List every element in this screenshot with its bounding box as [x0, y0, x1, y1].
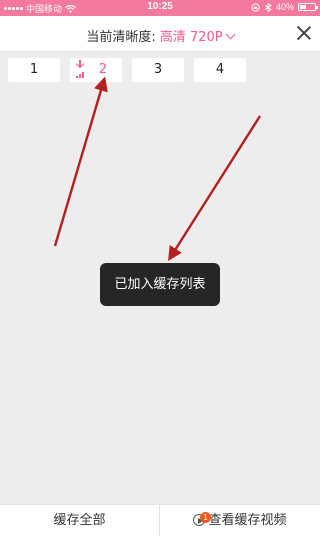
battery-icon — [298, 3, 318, 11]
view-cache-label: 查看缓存视频 — [208, 513, 287, 528]
chevron-down-icon — [225, 29, 236, 40]
alarm-icon — [264, 2, 272, 12]
episode-list: 1 2 3 4 — [8, 58, 246, 82]
annotation-arrow-episode — [53, 76, 108, 247]
episode-button-2[interactable]: 2 — [70, 58, 122, 82]
view-cache-button[interactable]: 查看缓存视频 — [160, 505, 320, 536]
toast-message: 已加入缓存列表 — [100, 263, 220, 306]
quality-label: 当前清晰度: — [86, 30, 156, 45]
close-icon[interactable] — [296, 25, 312, 41]
quality-value: 高清 720P — [159, 30, 223, 45]
header: 当前清晰度: 高清 720P — [0, 16, 320, 52]
bottom-bar: 缓存全部 查看缓存视频 1 — [0, 504, 320, 536]
episode-number: 1 — [29, 62, 39, 77]
status-bar: 中国移动 10:25 40% — [0, 0, 320, 16]
annotation-arrow-toast — [168, 115, 262, 262]
status-right: 40% — [251, 2, 318, 12]
cache-count-badge: 1 — [200, 512, 211, 523]
episode-button-4[interactable]: 4 — [194, 58, 246, 82]
episode-button-1[interactable]: 1 — [8, 58, 60, 82]
episode-button-3[interactable]: 3 — [132, 58, 184, 82]
cache-all-button[interactable]: 缓存全部 — [0, 505, 160, 536]
episode-number: 4 — [215, 62, 225, 77]
rotation-lock-icon — [251, 2, 260, 12]
quality-selector[interactable]: 当前清晰度: 高清 720P — [0, 26, 320, 45]
download-icon — [75, 59, 85, 78]
episode-number: 3 — [153, 62, 163, 77]
battery-percent: 40% — [275, 2, 294, 12]
episode-number: 2 — [98, 62, 108, 77]
